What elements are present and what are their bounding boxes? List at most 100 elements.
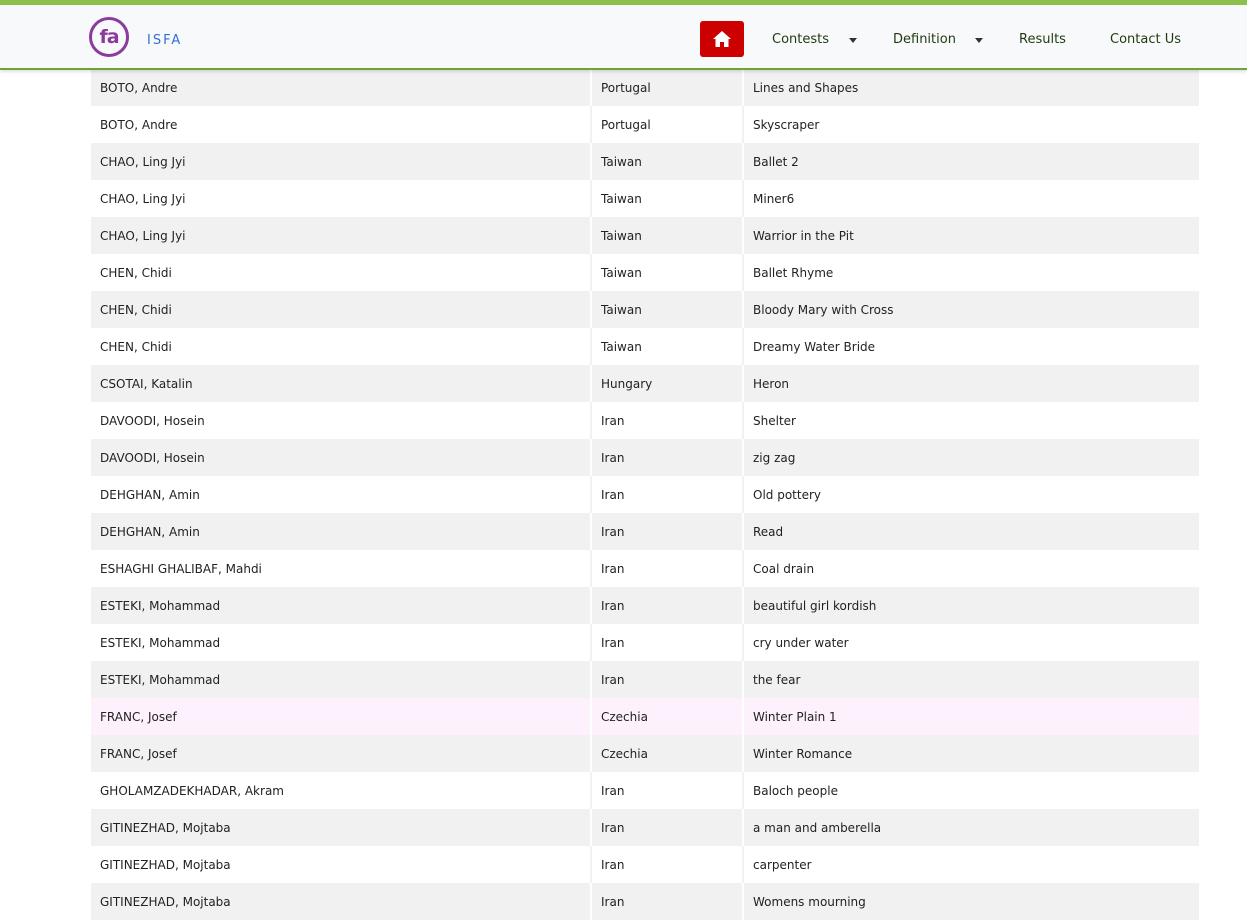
results-table-container: BOTO, Andre Portugal Lines and Shapes BOTO,… [91, 69, 1199, 920]
photo-title-cell: Heron [742, 365, 1199, 402]
country-cell: Iran [590, 550, 743, 587]
country-cell: Iran [590, 476, 743, 513]
table-row: GHOLAMZADEKHADAR, Akram Iran Baloch people [91, 772, 1199, 809]
entrant-name-cell: FRANC, Josef [91, 698, 591, 735]
home-button[interactable] [700, 21, 744, 57]
country-cell: Taiwan [590, 254, 743, 291]
entrant-name-cell: CSOTAI, Katalin [91, 365, 591, 402]
entrant-name-cell: CHAO, Ling Jyi [91, 143, 591, 180]
table-row: CHEN, Chidi Taiwan Dreamy Water Bride [91, 328, 1199, 365]
country-cell: Taiwan [590, 328, 743, 365]
photo-title-cell: Womens mourning [742, 883, 1199, 920]
entrant-name-cell: GITINEZHAD, Mojtaba [91, 809, 591, 846]
country-cell: Hungary [590, 365, 743, 402]
photo-title-cell: Shelter [742, 402, 1199, 439]
country-cell: Czechia [590, 735, 743, 772]
table-row: CSOTAI, Katalin Hungary Heron [91, 365, 1199, 402]
navbar: fa ISFA Contests Definition Results Cont… [0, 5, 1247, 70]
photo-title-cell: Baloch people [742, 772, 1199, 809]
country-cell: Taiwan [590, 217, 743, 254]
country-cell: Portugal [590, 106, 743, 143]
table-row: GITINEZHAD, Mojtaba Iran carpenter [91, 846, 1199, 883]
entrant-name-cell: DAVOODI, Hosein [91, 402, 591, 439]
country-cell: Iran [590, 846, 743, 883]
nav-contests[interactable]: Contests [772, 32, 829, 47]
photo-title-cell: zig zag [742, 439, 1199, 476]
entrant-name-cell: ESTEKI, Mohammad [91, 587, 591, 624]
country-cell: Iran [590, 772, 743, 809]
country-cell: Taiwan [590, 291, 743, 328]
country-cell: Iran [590, 402, 743, 439]
table-row: CHAO, Ling Jyi Taiwan Warrior in the Pit [91, 217, 1199, 254]
chevron-down-icon[interactable] [975, 38, 983, 43]
country-cell: Iran [590, 439, 743, 476]
country-cell: Iran [590, 624, 743, 661]
entrant-name-cell: GITINEZHAD, Mojtaba [91, 883, 591, 920]
photo-title-cell: Read [742, 513, 1199, 550]
table-row: ESTEKI, Mohammad Iran the fear [91, 661, 1199, 698]
table-row: ESTEKI, Mohammad Iran cry under water [91, 624, 1199, 661]
table-row: FRANC, Josef Czechia Winter Plain 1 [91, 698, 1199, 735]
photo-title-cell: a man and amberella [742, 809, 1199, 846]
photo-title-cell: Ballet Rhyme [742, 254, 1199, 291]
photo-title-cell: Miner6 [742, 180, 1199, 217]
photo-title-cell: the fear [742, 661, 1199, 698]
country-cell: Iran [590, 661, 743, 698]
country-cell: Portugal [590, 69, 743, 106]
chevron-down-icon[interactable] [849, 38, 857, 43]
table-row: DEHGHAN, Amin Iran Read [91, 513, 1199, 550]
entrant-name-cell: CHEN, Chidi [91, 328, 591, 365]
logo-text: fa [99, 26, 119, 48]
table-row: CHAO, Ling Jyi Taiwan Miner6 [91, 180, 1199, 217]
photo-title-cell: Old pottery [742, 476, 1199, 513]
photo-title-cell: Dreamy Water Bride [742, 328, 1199, 365]
table-row: GITINEZHAD, Mojtaba Iran Womens mourning [91, 883, 1199, 920]
photo-title-cell: Ballet 2 [742, 143, 1199, 180]
country-cell: Iran [590, 587, 743, 624]
table-row: DAVOODI, Hosein Iran Shelter [91, 402, 1199, 439]
nav-definition[interactable]: Definition [893, 32, 956, 47]
photo-title-cell: Winter Plain 1 [742, 698, 1199, 735]
country-cell: Iran [590, 809, 743, 846]
table-row: BOTO, Andre Portugal Lines and Shapes [91, 69, 1199, 106]
photo-title-cell: Coal drain [742, 550, 1199, 587]
entrant-name-cell: CHAO, Ling Jyi [91, 180, 591, 217]
entrant-name-cell: DEHGHAN, Amin [91, 513, 591, 550]
photo-title-cell: Skyscraper [742, 106, 1199, 143]
results-table: BOTO, Andre Portugal Lines and Shapes BOTO,… [91, 69, 1199, 920]
table-row: ESHAGHI GHALIBAF, Mahdi Iran Coal drain [91, 550, 1199, 587]
brand-name[interactable]: ISFA [147, 33, 182, 48]
table-row: CHEN, Chidi Taiwan Bloody Mary with Cross [91, 291, 1199, 328]
entrant-name-cell: CHEN, Chidi [91, 254, 591, 291]
entrant-name-cell: FRANC, Josef [91, 735, 591, 772]
country-cell: Czechia [590, 698, 743, 735]
country-cell: Iran [590, 513, 743, 550]
table-row: DAVOODI, Hosein Iran zig zag [91, 439, 1199, 476]
table-row: ESTEKI, Mohammad Iran beautiful girl kordi… [91, 587, 1199, 624]
photo-title-cell: cry under water [742, 624, 1199, 661]
entrant-name-cell: ESTEKI, Mohammad [91, 661, 591, 698]
entrant-name-cell: GHOLAMZADEKHADAR, Akram [91, 772, 591, 809]
nav-results[interactable]: Results [1019, 32, 1066, 47]
entrant-name-cell: CHAO, Ling Jyi [91, 217, 591, 254]
table-row: DEHGHAN, Amin Iran Old pottery [91, 476, 1199, 513]
entrant-name-cell: GITINEZHAD, Mojtaba [91, 846, 591, 883]
site-logo[interactable]: fa [89, 17, 129, 57]
table-row: CHEN, Chidi Taiwan Ballet Rhyme [91, 254, 1199, 291]
entrant-name-cell: DEHGHAN, Amin [91, 476, 591, 513]
country-cell: Iran [590, 883, 743, 920]
photo-title-cell: Bloody Mary with Cross [742, 291, 1199, 328]
entrant-name-cell: ESTEKI, Mohammad [91, 624, 591, 661]
table-row: FRANC, Josef Czechia Winter Romance [91, 735, 1199, 772]
entrant-name-cell: ESHAGHI GHALIBAF, Mahdi [91, 550, 591, 587]
nav-contact-us[interactable]: Contact Us [1110, 32, 1181, 47]
country-cell: Taiwan [590, 143, 743, 180]
entrant-name-cell: BOTO, Andre [91, 106, 591, 143]
table-row: CHAO, Ling Jyi Taiwan Ballet 2 [91, 143, 1199, 180]
photo-title-cell: Warrior in the Pit [742, 217, 1199, 254]
table-row: BOTO, Andre Portugal Skyscraper [91, 106, 1199, 143]
results-table-body: BOTO, Andre Portugal Lines and Shapes BOTO,… [91, 69, 1199, 920]
entrant-name-cell: BOTO, Andre [91, 69, 591, 106]
photo-title-cell: beautiful girl kordish [742, 587, 1199, 624]
entrant-name-cell: CHEN, Chidi [91, 291, 591, 328]
